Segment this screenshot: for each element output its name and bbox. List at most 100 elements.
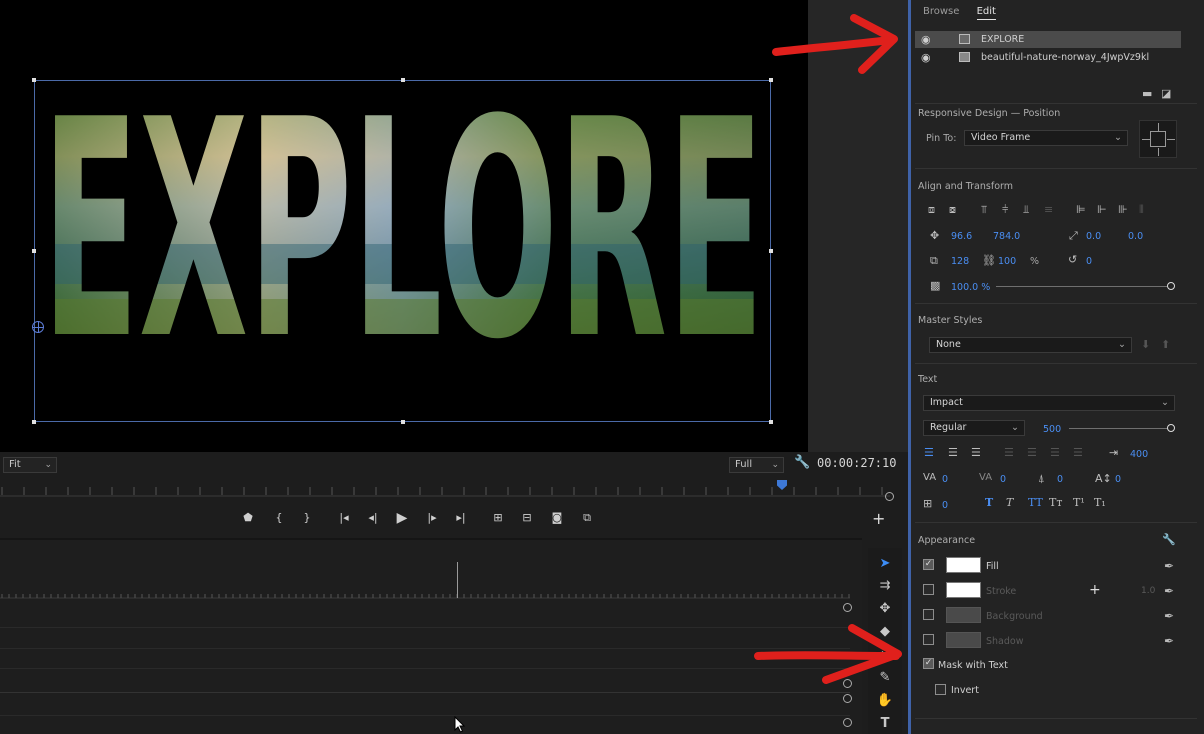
font-style-select[interactable]: Regular ⌄: [923, 420, 1025, 436]
timeline-panel[interactable]: [0, 538, 862, 734]
all-caps-icon[interactable]: TT: [1028, 496, 1043, 509]
button-editor-plus-icon[interactable]: +: [872, 509, 885, 528]
track-scroll-handle[interactable]: [843, 679, 852, 688]
time-ruler[interactable]: [0, 478, 896, 500]
resize-handle[interactable]: [769, 249, 773, 253]
anchor-point-icon[interactable]: [32, 321, 44, 333]
font-size-slider-knob[interactable]: [1167, 424, 1175, 432]
justify-all-icon[interactable]: ☰: [1073, 446, 1083, 459]
comparison-view-icon[interactable]: ⧉: [576, 505, 598, 531]
step-forward-icon[interactable]: |▸: [421, 505, 443, 531]
selection-tool-icon[interactable]: ➤: [868, 552, 902, 575]
razor-tool-icon[interactable]: ◆: [868, 620, 902, 643]
align-top-icon[interactable]: ⫪: [981, 203, 987, 217]
stroke-width-value[interactable]: 1.0: [1141, 586, 1155, 596]
align-center-icon[interactable]: ⊩: [1097, 203, 1107, 216]
lift-icon[interactable]: ⊞: [487, 505, 509, 531]
tab-browse[interactable]: Browse: [923, 6, 959, 19]
resize-handle[interactable]: [32, 78, 36, 82]
distribute-vertical-icon[interactable]: ≡: [1044, 203, 1053, 216]
track-scroll-handle[interactable]: [843, 603, 852, 612]
resize-handle[interactable]: [769, 78, 773, 82]
add-marker-icon[interactable]: ⬟: [237, 505, 259, 531]
playback-resolution-select[interactable]: Full ⌄: [729, 457, 784, 473]
baseline-shift-value[interactable]: 0: [1115, 474, 1121, 485]
scale-value[interactable]: 128: [951, 256, 969, 267]
kerning-value[interactable]: 0: [942, 474, 948, 485]
zoom-level-select[interactable]: Fit ⌄: [3, 457, 57, 473]
track-scroll-handle[interactable]: [843, 694, 852, 703]
fill-color-swatch[interactable]: [946, 557, 981, 573]
eyedropper-icon[interactable]: ✒: [1164, 559, 1174, 573]
align-text-center-icon[interactable]: ☰: [948, 446, 958, 459]
type-tool-icon[interactable]: T: [868, 712, 902, 734]
font-size-slider-track[interactable]: [1069, 428, 1169, 429]
extract-icon[interactable]: ⊟: [516, 505, 538, 531]
push-style-icon[interactable]: ⬇: [1141, 338, 1150, 351]
play-icon[interactable]: ▶: [391, 505, 413, 531]
scale-lock-icon[interactable]: ⛓: [982, 254, 996, 267]
timeline-ruler[interactable]: [0, 586, 850, 600]
zoom-scroll-handle[interactable]: [885, 492, 894, 501]
tab-width-value[interactable]: 400: [1130, 449, 1148, 460]
align-middle-icon[interactable]: ⫩: [1002, 203, 1008, 217]
layer-row-clip[interactable]: ◉ beautiful-nature-norway_4JwpVz9kl: [915, 49, 1181, 66]
ripple-edit-tool-icon[interactable]: ✥: [868, 597, 902, 620]
align-horizontal-center-icon[interactable]: ⧇: [949, 203, 956, 217]
shadow-color-swatch[interactable]: [946, 632, 981, 648]
new-layer-icon[interactable]: ▬: [1142, 87, 1152, 100]
resize-handle[interactable]: [769, 420, 773, 424]
track-scroll-handle[interactable]: [843, 718, 852, 727]
stroke-checkbox[interactable]: [923, 584, 934, 595]
pin-to-select[interactable]: Video Frame ⌄: [964, 130, 1128, 146]
position-x-value[interactable]: 96.6: [951, 231, 972, 242]
scale-height-value[interactable]: 100: [998, 256, 1016, 267]
stroke-color-swatch[interactable]: [946, 582, 981, 598]
align-right-icon[interactable]: ⊪: [1118, 203, 1128, 216]
background-color-swatch[interactable]: [946, 607, 981, 623]
resize-handle[interactable]: [32, 420, 36, 424]
new-layer-menu-icon[interactable]: ◪: [1161, 87, 1171, 100]
anchor-x-value[interactable]: 0.0: [1086, 231, 1101, 242]
add-stroke-icon[interactable]: +: [1089, 582, 1101, 598]
small-caps-icon[interactable]: Tт: [1049, 496, 1062, 509]
shadow-checkbox[interactable]: [923, 634, 934, 645]
go-to-in-icon[interactable]: |◂: [333, 505, 355, 531]
eyedropper-icon[interactable]: ✒: [1164, 584, 1174, 598]
superscript-icon[interactable]: T¹: [1073, 496, 1085, 509]
faux-italic-icon[interactable]: T: [1006, 496, 1013, 509]
hand-tool-icon[interactable]: ✋: [868, 689, 902, 712]
position-y-value[interactable]: 784.0: [993, 231, 1020, 242]
resize-handle[interactable]: [401, 420, 405, 424]
resize-handle[interactable]: [401, 78, 405, 82]
justify-left-icon[interactable]: ☰: [1004, 446, 1014, 459]
rotation-value[interactable]: 0: [1086, 256, 1092, 267]
mask-with-text-checkbox[interactable]: ✓: [923, 658, 934, 669]
resize-handle[interactable]: [32, 249, 36, 253]
mark-out-icon[interactable]: }: [296, 505, 318, 531]
opacity-value[interactable]: 100.0 %: [951, 282, 990, 293]
eyedropper-icon[interactable]: ✒: [1164, 634, 1174, 648]
pin-edges-widget[interactable]: [1139, 120, 1177, 158]
tsume-value[interactable]: 0: [942, 500, 948, 511]
align-text-left-icon[interactable]: ☰: [924, 446, 934, 459]
invert-checkbox[interactable]: [935, 684, 946, 695]
export-frame-icon[interactable]: ◙: [546, 505, 568, 531]
layer-row-text[interactable]: ◉ EXPLORE: [915, 31, 1181, 48]
font-family-select[interactable]: Impact ⌄: [923, 395, 1175, 411]
align-text-right-icon[interactable]: ☰: [971, 446, 981, 459]
background-checkbox[interactable]: [923, 609, 934, 620]
pen-tool-icon[interactable]: ✎: [868, 666, 902, 689]
eye-icon[interactable]: ◉: [921, 49, 931, 66]
opacity-slider-track[interactable]: [996, 286, 1169, 287]
tracking-value[interactable]: 0: [1000, 474, 1006, 485]
subscript-icon[interactable]: T₁: [1094, 496, 1106, 509]
fill-checkbox[interactable]: ✓: [923, 559, 934, 570]
justify-center-icon[interactable]: ☰: [1027, 446, 1037, 459]
program-monitor[interactable]: EXPLORE: [0, 0, 808, 452]
go-to-out-icon[interactable]: ▸|: [450, 505, 472, 531]
eyedropper-icon[interactable]: ✒: [1164, 609, 1174, 623]
timeline-playhead[interactable]: [457, 562, 458, 598]
wrench-icon[interactable]: 🔧: [1162, 533, 1176, 546]
align-vertical-center-icon[interactable]: ⧈: [928, 203, 935, 217]
